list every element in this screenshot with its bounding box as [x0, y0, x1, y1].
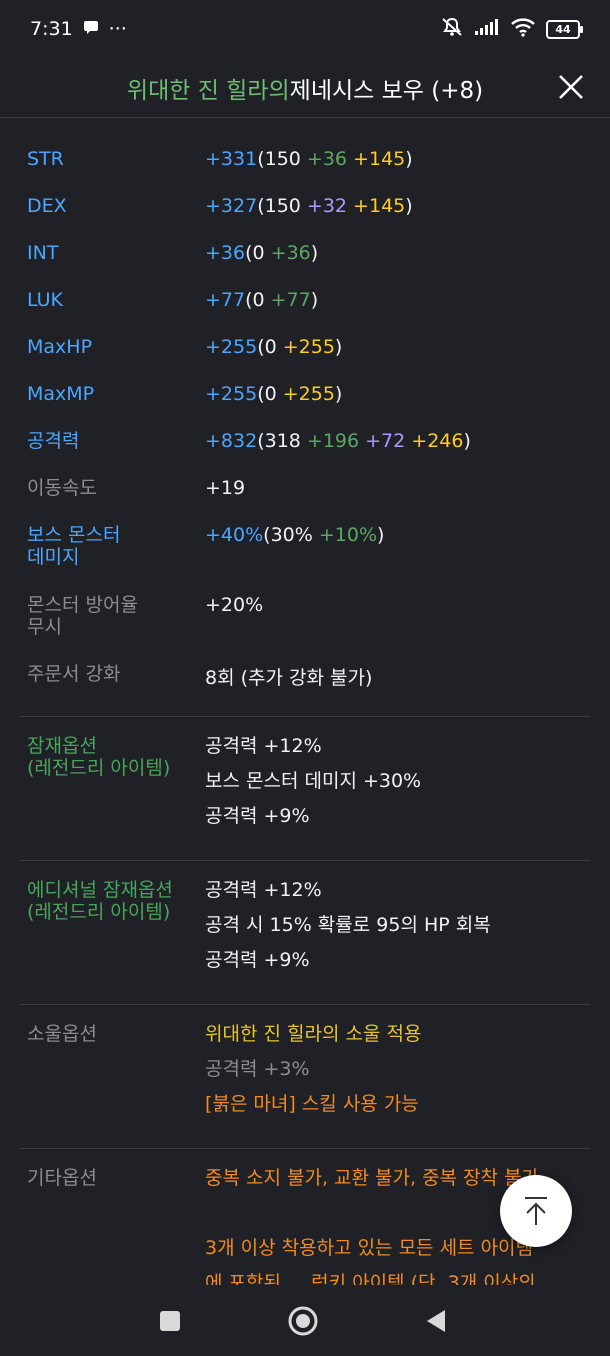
status-right: 44	[440, 17, 583, 42]
additional-potential-lines: 공격력 +12% 공격 시 15% 확률로 95의 HP 회복 공격력 +9%	[205, 873, 595, 978]
soul-label: 소울옵션	[27, 1023, 97, 1045]
item-detail-list[interactable]: STR +331(150 +36 +145) DEX +327(150 +32 …	[0, 119, 610, 1285]
back-triangle-icon	[427, 1310, 445, 1332]
stat-label: LUK	[27, 289, 64, 311]
stat-value: 8회 (추가 강화 불가)	[205, 667, 373, 689]
additional-line: 공격력 +9%	[205, 949, 310, 971]
stat-value: +36(0 +36)	[205, 242, 319, 264]
chat-bubble-icon	[83, 18, 99, 40]
divider	[20, 1004, 590, 1005]
item-title-prefix: 위대한 진 힐라의	[126, 77, 290, 104]
divider	[20, 1148, 590, 1149]
square-icon	[160, 1311, 180, 1331]
divider	[20, 860, 590, 861]
status-time: 7:31	[30, 18, 73, 40]
wifi-icon	[510, 17, 536, 42]
arrow-up-icon	[525, 1197, 547, 1225]
stat-label: STR	[27, 148, 64, 170]
etc-line: 에 포함된 ... 럭키 아이템 (단, 3개 이상의	[205, 1272, 536, 1285]
battery-icon: 44	[546, 19, 583, 39]
stat-value: +832(318 +196 +72 +246)	[205, 430, 471, 452]
close-icon	[559, 75, 583, 99]
soul-lines: 위대한 진 힐라의 소울 적용 공격력 +3% [붉은 마녀] 스킬 사용 가능	[205, 1017, 595, 1122]
navigation-bar	[0, 1285, 610, 1356]
additional-line: 공격 시 15% 확률로 95의 HP 회복	[205, 914, 491, 936]
stat-value: +327(150 +32 +145)	[205, 195, 413, 217]
stat-value: +331(150 +36 +145)	[205, 148, 413, 170]
home-button[interactable]	[283, 1301, 323, 1341]
stat-label: DEX	[27, 195, 67, 217]
stat-value: +20%	[205, 594, 264, 616]
stat-label: MaxHP	[27, 336, 93, 358]
stat-value: +255(0 +255)	[205, 336, 343, 358]
mute-icon	[440, 17, 464, 42]
potential-line: 공격력 +9%	[205, 805, 310, 827]
stat-label: INT	[27, 242, 59, 264]
potential-line: 공격력 +12%	[205, 735, 322, 757]
soul-skill: [붉은 마녀] 스킬 사용 가능	[205, 1093, 419, 1115]
stat-value: +40%(30% +10%)	[205, 524, 385, 546]
recents-button[interactable]	[150, 1301, 190, 1341]
scroll-to-top-button[interactable]	[500, 1175, 572, 1247]
stat-label: 이동속도	[27, 477, 97, 499]
home-circle-icon	[288, 1306, 318, 1336]
stat-label: 몬스터 방어율 무시	[27, 594, 138, 638]
stat-label: 보스 몬스터 데미지	[27, 524, 121, 568]
additional-line: 공격력 +12%	[205, 879, 322, 901]
stat-label: MaxMP	[27, 383, 95, 405]
etc-label: 기타옵션	[27, 1167, 97, 1189]
item-title-name: 제네시스 보우 (+8)	[289, 77, 484, 104]
stat-label: 공격력	[27, 430, 80, 452]
stat-value: +77(0 +77)	[205, 289, 319, 311]
soul-stat: 공격력 +3%	[205, 1058, 310, 1080]
stat-label: 주문서 강화	[27, 663, 121, 685]
signal-icon	[474, 18, 500, 41]
stat-value: +19	[205, 477, 246, 499]
stat-value: +255(0 +255)	[205, 383, 343, 405]
potential-label: 잠재옵션 (레전드리 아이템)	[27, 735, 171, 779]
potential-lines: 공격력 +12% 보스 몬스터 데미지 +30% 공격력 +9%	[205, 729, 595, 834]
potential-line: 보스 몬스터 데미지 +30%	[205, 770, 422, 792]
soul-name: 위대한 진 힐라의 소울 적용	[205, 1023, 422, 1045]
item-title-bar: 위대한 진 힐라의 제네시스 보우 (+8)	[0, 58, 610, 118]
status-bar: 7:31 ··· 44	[0, 0, 610, 58]
back-button[interactable]	[416, 1301, 456, 1341]
divider	[20, 716, 590, 717]
status-left: 7:31 ···	[30, 18, 127, 40]
additional-potential-label: 에디셔널 잠재옵션 (레전드리 아이템)	[27, 879, 173, 923]
more-notifications-icon: ···	[108, 18, 127, 40]
close-button[interactable]	[554, 70, 588, 104]
